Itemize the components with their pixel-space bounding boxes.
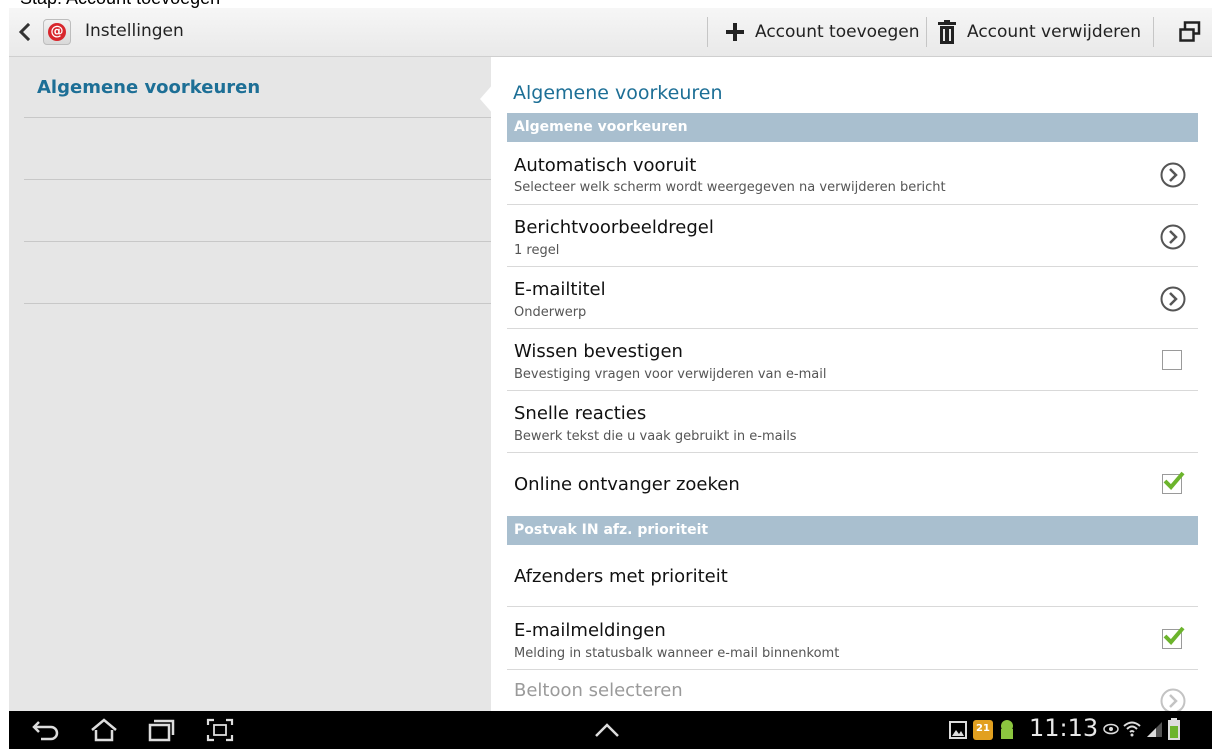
divider xyxy=(1153,17,1154,47)
battery-icon xyxy=(1168,718,1180,740)
status-clock: 11:13 xyxy=(1029,714,1099,742)
pref-title: E-mailtitel xyxy=(514,279,606,300)
left-item-empty[interactable] xyxy=(24,119,491,180)
add-account-button[interactable]: Account toevoegen xyxy=(725,16,920,48)
signal-icon xyxy=(1147,722,1162,737)
android-icon xyxy=(1001,720,1013,739)
pref-wissen-bevestigen[interactable]: Wissen bevestigen Bevestiging vragen voo… xyxy=(507,329,1198,391)
pref-berichtvoorbeeldregel[interactable]: Berichtvoorbeeldregel 1 regel xyxy=(507,205,1198,267)
section-header: Postvak IN afz. prioriteit xyxy=(507,516,1198,545)
email-app-icon[interactable]: @ xyxy=(43,19,71,45)
divider xyxy=(707,17,708,47)
pref-title: Afzenders met prioriteit xyxy=(514,566,728,587)
nav-back-icon[interactable] xyxy=(31,718,61,742)
pref-title: E-mailmeldingen xyxy=(514,620,666,641)
pref-snelle-reacties[interactable]: Snelle reacties Bewerk tekst die u vaak … xyxy=(507,391,1198,453)
gallery-icon xyxy=(949,721,967,739)
confirm-delete-checkbox[interactable] xyxy=(1162,350,1182,370)
pane-title: Algemene voorkeuren xyxy=(513,82,723,104)
right-pane: Algemene voorkeuren Algemene voorkeuren … xyxy=(491,57,1212,711)
pref-afzenders-met-prioriteit[interactable]: Afzenders met prioriteit xyxy=(507,545,1198,607)
action-bar: @ Instellingen Account toevoegen Account… xyxy=(9,8,1212,57)
remove-account-label: Account verwijderen xyxy=(967,22,1142,42)
checkmark-icon xyxy=(1163,626,1185,645)
pref-summary: Bevestiging vragen voor verwijderen van … xyxy=(514,367,827,382)
left-item-general[interactable]: Algemene voorkeuren xyxy=(24,57,491,118)
chevron-right-icon xyxy=(1160,162,1186,188)
nav-recent-apps-icon[interactable] xyxy=(146,718,176,742)
calendar-icon: 21 xyxy=(973,720,993,740)
checkmark-icon xyxy=(1163,471,1185,490)
back-icon[interactable] xyxy=(15,22,33,42)
caption-text: Stap: Account toevoegen xyxy=(20,0,220,8)
email-notifications-checkbox[interactable] xyxy=(1162,626,1185,649)
pref-e-mailtitel[interactable]: E-mailtitel Onderwerp xyxy=(507,267,1198,329)
pref-summary: Selecteer welk scherm wordt weergegeven … xyxy=(514,180,946,195)
add-account-label: Account toevoegen xyxy=(755,22,920,42)
email-settings-window: @ Instellingen Account toevoegen Account… xyxy=(9,8,1212,749)
pref-beltoon-selecteren: Beltoon selecteren xyxy=(507,670,1198,711)
pref-summary: Onderwerp xyxy=(514,305,587,320)
pref-summary: 1 regel xyxy=(514,243,560,258)
nav-home-icon[interactable] xyxy=(89,718,119,742)
pref-title: Snelle reacties xyxy=(514,403,647,424)
wifi-icon xyxy=(1123,721,1141,737)
pref-automatisch-vooruit[interactable]: Automatisch vooruit Selecteer welk scher… xyxy=(507,142,1198,205)
screen-capture-icon[interactable] xyxy=(205,718,235,742)
left-item-empty[interactable] xyxy=(24,243,491,304)
pref-summary: Bewerk tekst die u vaak gebruikt in e-ma… xyxy=(514,429,797,444)
trash-icon xyxy=(937,20,957,44)
pref-online-ontvanger-zoeken[interactable]: Online ontvanger zoeken xyxy=(507,453,1198,516)
section-header: Algemene voorkeuren xyxy=(507,113,1198,142)
plus-icon xyxy=(725,22,745,42)
chevron-right-icon xyxy=(1160,224,1186,250)
pref-summary: Melding in statusbalk wanneer e-mail bin… xyxy=(514,646,840,661)
page-title: Instellingen xyxy=(85,21,184,41)
pref-title: Beltoon selecteren xyxy=(514,680,683,701)
calendar-badge: 21 xyxy=(976,723,990,734)
pref-title: Automatisch vooruit xyxy=(514,155,697,176)
chevron-up-icon[interactable] xyxy=(592,718,622,742)
left-item-empty[interactable] xyxy=(24,181,491,242)
left-item-label: Algemene voorkeuren xyxy=(37,77,261,98)
pref-title: Online ontvanger zoeken xyxy=(514,474,740,495)
eye-icon xyxy=(1103,723,1119,735)
system-bar: 21 11:13 xyxy=(9,711,1212,749)
left-pane: Algemene voorkeuren xyxy=(9,57,494,711)
caption-strip: Stap: Account toevoegen xyxy=(0,0,1212,8)
multi-window-icon[interactable] xyxy=(1179,21,1201,43)
divider xyxy=(926,17,927,47)
chevron-right-icon xyxy=(1160,286,1186,312)
chevron-right-icon xyxy=(1160,688,1186,711)
pref-title: Wissen bevestigen xyxy=(514,341,683,362)
remove-account-button[interactable]: Account verwijderen xyxy=(937,16,1141,48)
pref-e-mailmeldingen[interactable]: E-mailmeldingen Melding in statusbalk wa… xyxy=(507,607,1198,670)
pref-title: Berichtvoorbeeldregel xyxy=(514,217,714,238)
online-recipient-checkbox[interactable] xyxy=(1162,471,1185,494)
